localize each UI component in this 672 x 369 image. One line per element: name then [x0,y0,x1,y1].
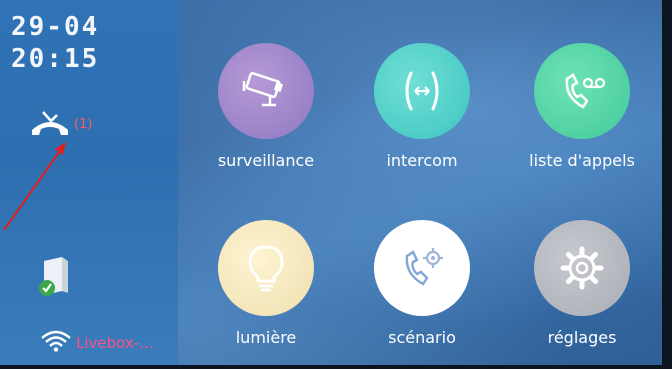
intercom-label: intercom [386,151,458,170]
tile-scenario[interactable]: scénario [342,220,502,347]
door-status-icon [39,257,68,296]
settings-button[interactable] [534,220,630,316]
camera-icon [242,72,284,107]
intercom-icon [405,71,439,111]
intercom-button[interactable] [374,43,470,139]
light-button[interactable] [218,220,314,316]
scenario-label: scénario [388,328,456,347]
call-list-button[interactable] [534,43,630,139]
scenario-button[interactable] [374,220,470,316]
missed-call-icon[interactable] [30,110,74,138]
gear-icon [560,246,604,290]
bulb-icon [248,245,284,292]
tile-settings[interactable]: réglages [502,220,662,347]
settings-label: réglages [547,328,617,347]
intercom-screen: 29-04 20:15 (1) Livebox-... surveillance… [0,0,662,365]
status-sidebar: 29-04 20:15 (1) Livebox-... [0,0,178,365]
time-display: 20:15 [11,44,100,74]
tile-intercom[interactable]: intercom [342,43,502,170]
voicemail-icon [565,73,606,109]
call-list-label: liste d'appels [529,151,635,170]
tile-light[interactable]: lumière [186,220,346,347]
date-display: 29-04 [11,12,100,42]
wifi-network-label: Livebox-... [76,334,154,352]
tile-call-list[interactable]: liste d'appels [502,43,662,170]
tile-surveillance[interactable]: surveillance [186,43,346,170]
surveillance-button[interactable] [218,43,314,139]
light-label: lumière [235,328,297,347]
missed-call-count[interactable]: (1) [74,117,92,132]
wifi-icon [41,330,71,352]
surveillance-label: surveillance [217,151,315,170]
phone-gear-icon [405,248,443,286]
